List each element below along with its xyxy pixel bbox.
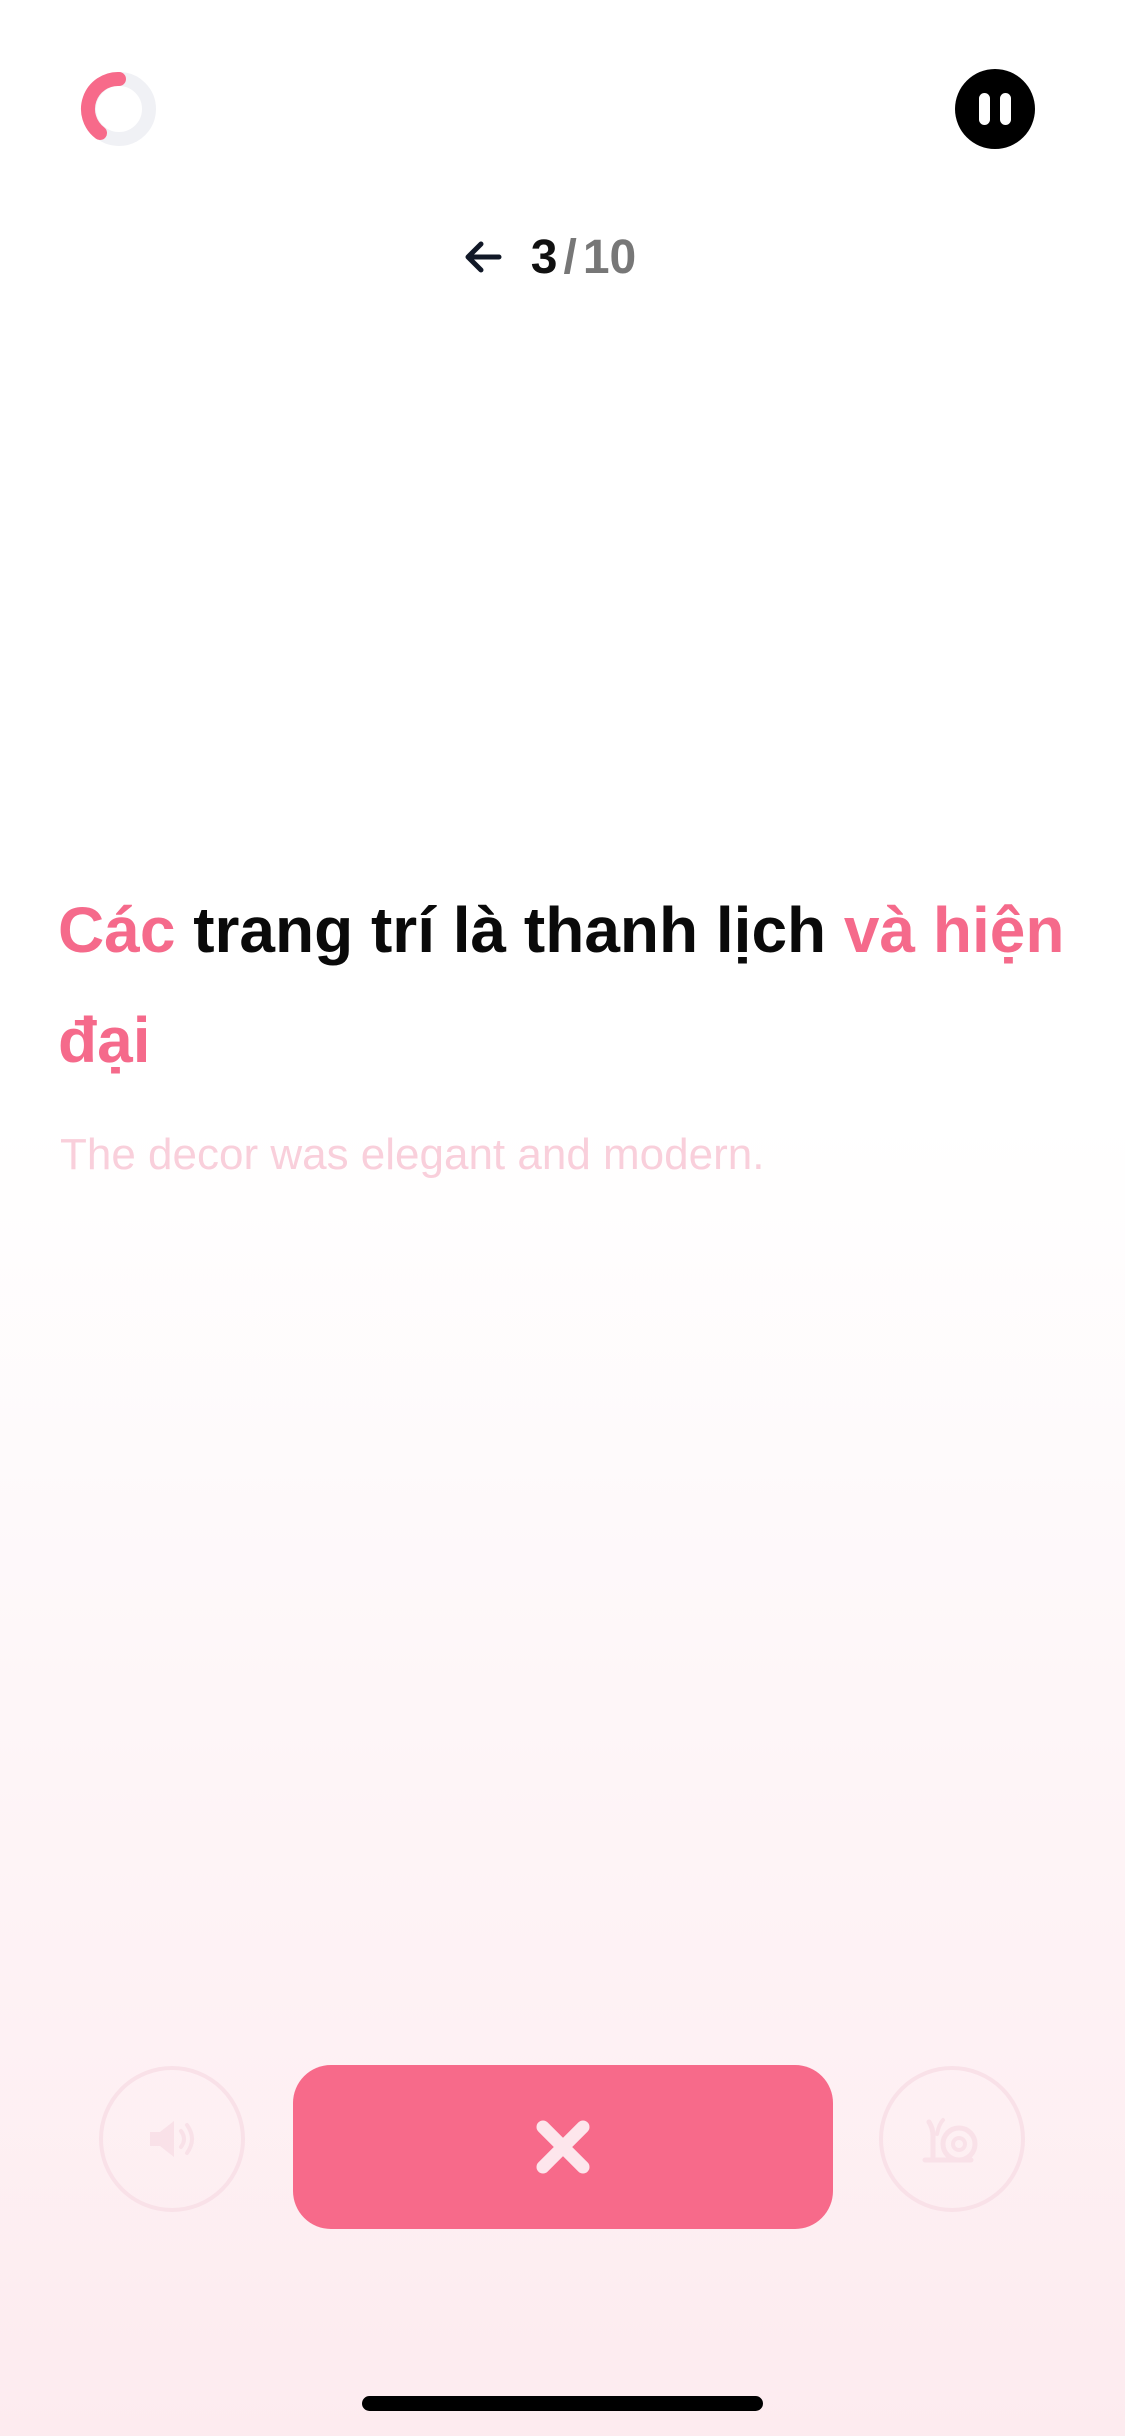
pause-icon-bar xyxy=(1000,93,1011,125)
play-audio-button[interactable] xyxy=(99,2066,245,2212)
vietnamese-sentence: Các trang trí là thanh lịch và hiện đại xyxy=(58,875,1088,1095)
speaker-icon xyxy=(150,2121,194,2157)
progress-counter: 3 / 10 xyxy=(0,222,1125,292)
slow-audio-button[interactable] xyxy=(879,2066,1025,2212)
english-translation: The decor was elegant and modern. xyxy=(60,1130,765,1179)
countdown-ring-icon xyxy=(80,72,156,146)
countdown-timer xyxy=(80,70,158,148)
dismiss-button[interactable] xyxy=(293,2065,833,2229)
close-icon xyxy=(536,2120,590,2174)
arrow-left-icon[interactable] xyxy=(459,233,507,281)
count-separator: / xyxy=(563,230,577,284)
pause-button[interactable] xyxy=(955,69,1035,149)
home-indicator xyxy=(362,2396,763,2411)
snail-icon xyxy=(922,2118,978,2163)
highlight-word[interactable]: Các xyxy=(58,894,175,966)
current-count: 3 xyxy=(530,230,558,284)
sentence-text: trang trí là thanh lịch xyxy=(175,894,844,966)
total-count: 10 xyxy=(582,230,637,284)
pause-icon xyxy=(979,93,990,125)
